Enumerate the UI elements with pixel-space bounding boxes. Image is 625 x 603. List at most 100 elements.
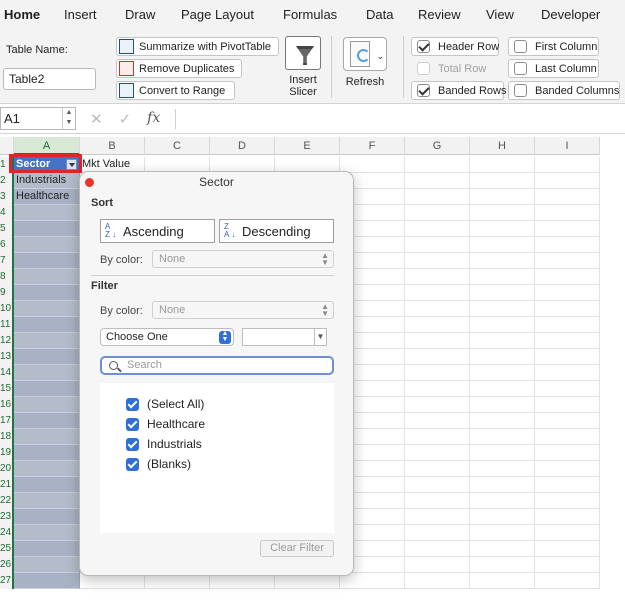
grid-cell[interactable]: [470, 493, 535, 509]
grid-cell[interactable]: [405, 285, 470, 301]
refresh-button[interactable]: ⌄ Refresh: [340, 37, 390, 88]
grid-cell[interactable]: [470, 269, 535, 285]
table-body-cell[interactable]: [14, 317, 80, 333]
column-header-c[interactable]: C: [145, 137, 210, 155]
row-header[interactable]: 2: [0, 173, 14, 189]
grid-cell[interactable]: [470, 413, 535, 429]
grid-cell[interactable]: [340, 157, 405, 173]
sort-descending-button[interactable]: ZA ↓ Descending: [219, 219, 334, 243]
row-header[interactable]: 4: [0, 205, 14, 221]
grid-cell[interactable]: [470, 477, 535, 493]
condition-value-combo[interactable]: ▼: [242, 328, 327, 346]
chevron-down-icon[interactable]: ▼: [314, 329, 326, 345]
tab-data[interactable]: Data: [366, 0, 393, 30]
grid-cell[interactable]: [405, 477, 470, 493]
grid-cell[interactable]: [535, 301, 600, 317]
row-header[interactable]: 6: [0, 237, 14, 253]
grid-cell[interactable]: [535, 397, 600, 413]
row-header[interactable]: 19: [0, 445, 14, 461]
enter-icon[interactable]: ✓: [119, 110, 132, 128]
table-body-cell[interactable]: [14, 285, 80, 301]
filter-item-blanks[interactable]: (Blanks): [126, 456, 191, 472]
grid-cell[interactable]: [470, 541, 535, 557]
table-body-cell[interactable]: [14, 397, 80, 413]
grid-cell[interactable]: [535, 269, 600, 285]
grid-cell[interactable]: [470, 173, 535, 189]
row-header[interactable]: 25: [0, 541, 14, 557]
column-header-f[interactable]: F: [340, 137, 405, 155]
filter-item-select-all[interactable]: (Select All): [126, 396, 204, 412]
grid-cell[interactable]: [470, 189, 535, 205]
row-header[interactable]: 10: [0, 301, 14, 317]
row-header[interactable]: 22: [0, 493, 14, 509]
grid-cell[interactable]: [405, 189, 470, 205]
table-body-cell[interactable]: [14, 365, 80, 381]
table-body-cell[interactable]: [14, 557, 80, 573]
grid-cell[interactable]: [470, 461, 535, 477]
grid-cell[interactable]: [405, 301, 470, 317]
table-body-cell[interactable]: [14, 413, 80, 429]
grid-cell[interactable]: [535, 333, 600, 349]
table-body-cell[interactable]: [14, 429, 80, 445]
table-body-cell[interactable]: [14, 221, 80, 237]
grid-cell[interactable]: [405, 205, 470, 221]
table-body-cell[interactable]: [14, 301, 80, 317]
filter-by-color-select[interactable]: None ▲ ▼: [152, 301, 334, 319]
grid-cell[interactable]: [470, 525, 535, 541]
tab-view[interactable]: View: [486, 0, 514, 30]
tab-formulas[interactable]: Formulas: [283, 0, 337, 30]
grid-cell[interactable]: [535, 285, 600, 301]
column-header-h[interactable]: H: [470, 137, 535, 155]
grid-cell[interactable]: [405, 557, 470, 573]
grid-cell[interactable]: [535, 381, 600, 397]
row-header[interactable]: 17: [0, 413, 14, 429]
grid-cell[interactable]: [470, 557, 535, 573]
filter-item-industrials[interactable]: Industrials: [126, 436, 202, 452]
table-body-cell[interactable]: [14, 349, 80, 365]
grid-cell[interactable]: [470, 397, 535, 413]
table-body-cell[interactable]: [14, 253, 80, 269]
row-header[interactable]: 9: [0, 285, 14, 301]
tab-review[interactable]: Review: [418, 0, 461, 30]
grid-cell[interactable]: [405, 237, 470, 253]
grid-cell[interactable]: [470, 509, 535, 525]
row-header[interactable]: 16: [0, 397, 14, 413]
tab-home[interactable]: Home: [4, 0, 40, 30]
grid-cell[interactable]: [405, 429, 470, 445]
row-header[interactable]: 11: [0, 317, 14, 333]
tab-insert[interactable]: Insert: [64, 0, 97, 30]
grid-cell[interactable]: [535, 509, 600, 525]
grid-cell[interactable]: [405, 173, 470, 189]
row-header[interactable]: 15: [0, 381, 14, 397]
row-header[interactable]: 26: [0, 557, 14, 573]
sort-ascending-button[interactable]: AZ ↓ Ascending: [100, 219, 215, 243]
grid-cell[interactable]: [470, 317, 535, 333]
grid-cell[interactable]: [535, 477, 600, 493]
grid-cell[interactable]: [470, 349, 535, 365]
grid-cell[interactable]: [405, 253, 470, 269]
grid-cell[interactable]: [470, 237, 535, 253]
grid-cell[interactable]: [470, 429, 535, 445]
grid-cell[interactable]: [470, 205, 535, 221]
column-header-e[interactable]: E: [275, 137, 340, 155]
cell-a3[interactable]: Healthcare: [14, 189, 80, 205]
filter-item-healthcare[interactable]: Healthcare: [126, 416, 205, 432]
grid-cell[interactable]: [535, 413, 600, 429]
tab-page-layout[interactable]: Page Layout: [181, 0, 254, 30]
grid-cell[interactable]: [470, 365, 535, 381]
grid-cell[interactable]: [535, 541, 600, 557]
grid-cell[interactable]: [405, 333, 470, 349]
row-header[interactable]: 5: [0, 221, 14, 237]
row-header[interactable]: 21: [0, 477, 14, 493]
grid-cell[interactable]: [405, 461, 470, 477]
table-body-cell[interactable]: [14, 205, 80, 221]
table-body-cell[interactable]: [14, 541, 80, 557]
grid-cell[interactable]: [535, 205, 600, 221]
table-body-cell[interactable]: [14, 381, 80, 397]
grid-cell[interactable]: [405, 397, 470, 413]
grid-cell[interactable]: [405, 365, 470, 381]
grid-cell[interactable]: [535, 557, 600, 573]
grid-cell[interactable]: [405, 445, 470, 461]
grid-cell[interactable]: [535, 221, 600, 237]
total-row-checkbox[interactable]: Total Row: [411, 59, 499, 78]
